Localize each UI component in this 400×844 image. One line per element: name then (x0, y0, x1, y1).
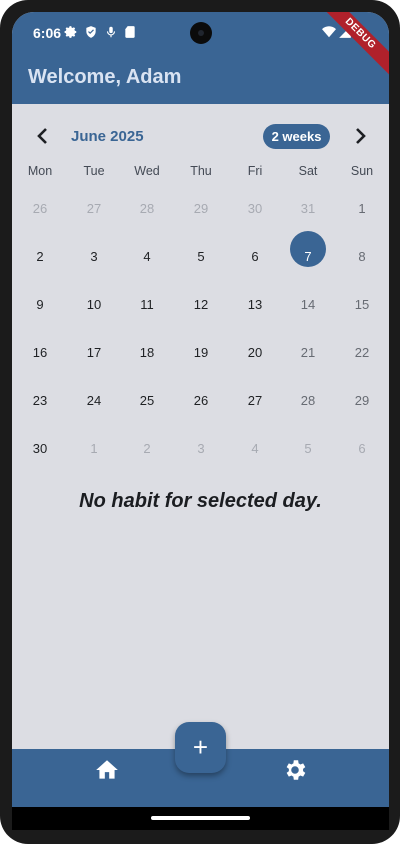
calendar-day[interactable]: 26 (13, 190, 67, 228)
front-camera (190, 22, 212, 44)
plus-icon: + (192, 732, 209, 762)
calendar-day[interactable]: 17 (67, 334, 121, 372)
calendar-day[interactable]: 5 (281, 430, 335, 468)
weekday-label: Fri (247, 164, 263, 178)
calendar-day[interactable]: 6 (228, 238, 282, 276)
calendar-day[interactable]: 21 (281, 334, 335, 372)
calendar-day[interactable]: 5 (174, 238, 228, 276)
calendar-day[interactable]: 20 (228, 334, 282, 372)
calendar-day[interactable]: 29 (174, 190, 228, 228)
calendar-day[interactable]: 30 (13, 430, 67, 468)
page-title: Welcome, Adam (28, 66, 182, 88)
home-icon[interactable] (94, 757, 120, 783)
calendar-day[interactable]: 3 (67, 238, 121, 276)
debug-banner-wrap: DEBUG (319, 12, 389, 82)
weekday-label: Sat (298, 164, 318, 178)
calendar-day[interactable]: 28 (281, 382, 335, 420)
calendar-day[interactable]: 16 (13, 334, 67, 372)
calendar-day[interactable]: 13 (228, 286, 282, 324)
calendar-day[interactable]: 25 (120, 382, 174, 420)
shield-icon (86, 26, 96, 38)
microphone-icon (106, 26, 116, 38)
app-screen: 6:06 Welcome, Adam DEBUG June 2025 2 wee… (12, 12, 389, 830)
weekday-label: Mon (27, 164, 53, 178)
calendar-day[interactable]: 10 (67, 286, 121, 324)
sd-card-icon (125, 26, 135, 38)
calendar-day[interactable]: 24 (67, 382, 121, 420)
calendar-day[interactable]: 4 (228, 430, 282, 468)
calendar-day[interactable]: 2 (120, 430, 174, 468)
calendar-header: June 2025 2 weeks (12, 116, 389, 156)
phone-frame: 6:06 Welcome, Adam DEBUG June 2025 2 wee… (0, 0, 400, 844)
empty-state-message: No habit for selected day. (79, 490, 322, 512)
debug-banner: DEBUG (319, 12, 389, 79)
calendar-day[interactable]: 27 (228, 382, 282, 420)
calendar-day[interactable]: 11 (120, 286, 174, 324)
calendar-day[interactable]: 9 (13, 286, 67, 324)
calendar-day[interactable]: 15 (335, 286, 389, 324)
calendar-day[interactable]: 2 (13, 238, 67, 276)
chevron-left-icon[interactable] (31, 124, 55, 148)
settings-icon[interactable] (282, 757, 308, 783)
calendar-day[interactable]: 22 (335, 334, 389, 372)
calendar-day[interactable]: 19 (174, 334, 228, 372)
calendar-month-title: June 2025 (71, 128, 144, 145)
calendar-day[interactable]: 12 (174, 286, 228, 324)
status-time: 6:06 (33, 25, 62, 41)
calendar-day[interactable]: 14 (281, 286, 335, 324)
calendar-day[interactable]: 6 (335, 430, 389, 468)
calendar-day[interactable]: 23 (13, 382, 67, 420)
calendar-day[interactable]: 30 (228, 190, 282, 228)
calendar-day[interactable]: 28 (120, 190, 174, 228)
add-habit-button[interactable]: + (175, 722, 226, 773)
calendar-day[interactable]: 18 (120, 334, 174, 372)
calendar-day[interactable]: 26 (174, 382, 228, 420)
chevron-right-icon[interactable] (348, 124, 372, 148)
calendar-day[interactable]: 1 (335, 190, 389, 228)
calendar-day[interactable]: 29 (335, 382, 389, 420)
weekday-label: Tue (83, 164, 105, 178)
weekday-row: Mon Tue Wed Thu Fri Sat Sun (12, 164, 389, 182)
weekday-label: Thu (190, 164, 212, 178)
weekday-label: Sun (350, 164, 374, 178)
system-nav-bar (12, 807, 389, 830)
calendar-day[interactable]: 27 (67, 190, 121, 228)
calendar-day[interactable]: 1 (67, 430, 121, 468)
home-indicator[interactable] (151, 816, 250, 820)
calendar-day[interactable]: 4 (120, 238, 174, 276)
calendar-day[interactable]: 31 (281, 190, 335, 228)
weekday-label: Wed (134, 164, 160, 178)
calendar-day[interactable]: 3 (174, 430, 228, 468)
settings-icon (64, 26, 77, 38)
calendar-day[interactable]: 8 (335, 238, 389, 276)
calendar-format-button[interactable]: 2 weeks (263, 124, 330, 149)
calendar-day-selected[interactable]: 7 (281, 238, 335, 276)
